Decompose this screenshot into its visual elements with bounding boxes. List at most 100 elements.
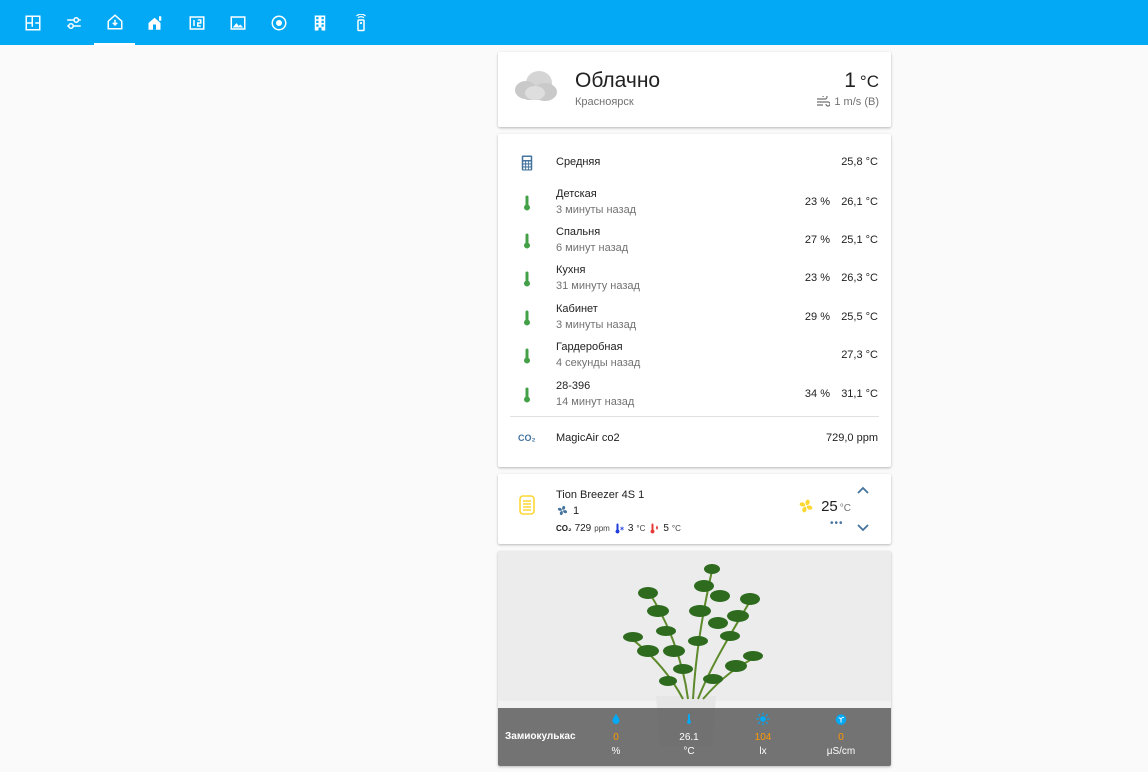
reading-value: 26.1 bbox=[679, 732, 699, 743]
temp-out-unit: °C bbox=[671, 524, 681, 533]
tab-home[interactable] bbox=[94, 0, 135, 45]
tab-remote[interactable] bbox=[340, 0, 381, 45]
sensor-updated: 3 минуты назад bbox=[556, 204, 637, 216]
sensor-value: 25,8 °C bbox=[841, 156, 878, 168]
chevron-down-icon[interactable] bbox=[856, 522, 870, 534]
sensor-humidity: 27 % bbox=[804, 234, 830, 246]
wind-value: 1 m/s (В) bbox=[834, 96, 879, 108]
sensor-row-room[interactable]: 28-396 14 минут назад 34 % 31,1 °C bbox=[498, 378, 891, 412]
sensor-humidity: 23 % bbox=[804, 196, 830, 208]
robot-vacuum-icon bbox=[271, 15, 286, 30]
sensor-temperature: 27,3 °C bbox=[841, 349, 878, 361]
sensor-row-room[interactable]: Кабинет 3 минуты назад 29 % 25,5 °C bbox=[498, 301, 891, 335]
sensor-temperature: 25,1 °C bbox=[841, 234, 878, 246]
tab-floorplan[interactable] bbox=[12, 0, 53, 45]
temperature-unit: °C bbox=[859, 72, 879, 91]
office-building-icon bbox=[314, 15, 325, 30]
sensor-name: MagicAir co2 bbox=[556, 432, 620, 444]
reading-unit: lx bbox=[759, 746, 767, 757]
reading-unit: °C bbox=[683, 746, 695, 757]
sensor-name: Гардеробная bbox=[556, 341, 623, 353]
breezer-speed: 1 bbox=[556, 504, 579, 517]
fertilizer-icon bbox=[835, 714, 847, 725]
more-options-button[interactable]: ••• bbox=[830, 518, 844, 529]
thermometer-snow-icon bbox=[615, 523, 624, 534]
tune-icon bbox=[66, 16, 81, 29]
co2-icon: CO₂ bbox=[518, 433, 536, 443]
tab-house-import[interactable] bbox=[135, 0, 176, 45]
chevron-up-icon[interactable] bbox=[856, 484, 870, 496]
sensor-updated: 4 секунды назад bbox=[556, 357, 641, 369]
breezer-target: 25 °C bbox=[797, 497, 851, 515]
weather-temperature: 1 °C bbox=[844, 69, 879, 93]
plant-reading-temperature[interactable]: 26.1 °C bbox=[659, 712, 719, 757]
thermometer-icon bbox=[524, 195, 530, 211]
sensor-value: 729,0 ppm bbox=[826, 432, 878, 444]
sensor-temperature: 26,3 °C bbox=[841, 272, 878, 284]
plant-reading-conductivity[interactable]: 0 μS/cm bbox=[811, 712, 871, 757]
temp-in-value: 3 bbox=[627, 523, 634, 534]
home-import-icon bbox=[148, 15, 161, 30]
reading-unit: % bbox=[611, 746, 621, 757]
plant-name: Замиокулькас bbox=[505, 731, 576, 742]
tab-counters[interactable] bbox=[176, 0, 217, 45]
temp-out-value: 5 bbox=[663, 523, 669, 534]
breezer-card[interactable]: Tion Breezer 4S 1 1 CO₂ 729 ppm 3 °C 5 °… bbox=[498, 474, 891, 544]
thermometer-icon bbox=[524, 387, 530, 403]
sensor-row-average[interactable]: Средняя 25,8 °C bbox=[498, 146, 891, 180]
sensor-name: Кабинет bbox=[556, 303, 598, 315]
reading-value: 0 bbox=[838, 732, 844, 743]
sensor-humidity: 23 % bbox=[804, 272, 830, 284]
calculator-icon bbox=[521, 155, 533, 171]
weather-city: Красноярск bbox=[575, 96, 634, 108]
plant-reading-light[interactable]: 104 lx bbox=[733, 712, 793, 757]
speed-value: 1 bbox=[573, 504, 580, 517]
floorplan-icon bbox=[25, 15, 40, 30]
tab-vacuum[interactable] bbox=[258, 0, 299, 45]
fan-icon bbox=[799, 499, 813, 513]
target-unit: °C bbox=[839, 502, 851, 514]
sensor-name: Средняя bbox=[556, 156, 601, 168]
temperature-value: 1 bbox=[844, 69, 856, 92]
wind-icon bbox=[817, 96, 831, 107]
breezer-name: Tion Breezer 4S 1 bbox=[556, 489, 645, 501]
sensor-name: 28-396 bbox=[556, 380, 591, 392]
divider bbox=[510, 416, 879, 417]
reading-value: 104 bbox=[754, 732, 772, 743]
water-icon bbox=[612, 714, 620, 724]
sensor-row-co2[interactable]: CO₂ MagicAir co2 729,0 ppm bbox=[498, 422, 891, 456]
sensor-row-room[interactable]: Спальня 6 минут назад 27 % 25,1 °C bbox=[498, 224, 891, 258]
breezer-stats: CO₂ 729 ppm 3 °C 5 °C bbox=[556, 522, 681, 535]
thermometer-icon bbox=[687, 714, 691, 724]
sensor-updated: 31 минуту назад bbox=[556, 280, 640, 292]
sensor-row-room[interactable]: Кухня 31 минуту назад 23 % 26,3 °C bbox=[498, 262, 891, 296]
weather-card[interactable]: Облачно Красноярск 1 °C 1 m/s (В) bbox=[498, 52, 891, 127]
plant-reading-moisture[interactable]: 0 % bbox=[586, 712, 646, 757]
thermometer-icon bbox=[524, 310, 530, 326]
sensor-temperature: 26,1 °C bbox=[841, 196, 878, 208]
co2-unit: ppm bbox=[594, 524, 610, 533]
plant-card[interactable]: Замиокулькас 0 % 26.1 °C 104 lx 0 μS/cm bbox=[498, 551, 891, 766]
thermometer-icon bbox=[524, 271, 530, 287]
sensor-name: Детская bbox=[556, 188, 597, 200]
sensor-updated: 3 минуты назад bbox=[556, 319, 637, 331]
sensor-row-room[interactable]: Гардеробная 4 секунды назад 27,3 °C bbox=[498, 339, 891, 373]
sensor-name: Кухня bbox=[556, 264, 586, 276]
thermometer-icon bbox=[524, 348, 530, 364]
tab-controls[interactable] bbox=[53, 0, 94, 45]
cloudy-icon bbox=[515, 71, 557, 101]
co2-value: 729 bbox=[574, 523, 592, 534]
fan-icon bbox=[557, 505, 568, 516]
sensor-humidity: 34 % bbox=[804, 388, 830, 400]
tab-images[interactable] bbox=[217, 0, 258, 45]
remote-icon bbox=[355, 13, 366, 31]
sensor-updated: 6 минут назад bbox=[556, 242, 629, 254]
plant-sensor-bar: Замиокулькас 0 % 26.1 °C 104 lx 0 μS/cm bbox=[498, 708, 891, 766]
thermometer-hot-icon bbox=[650, 523, 659, 534]
co2-icon: CO₂ bbox=[556, 524, 572, 533]
sensor-name: Спальня bbox=[556, 226, 601, 238]
sensor-row-room[interactable]: Детская 3 минуты назад 23 % 26,1 °C bbox=[498, 186, 891, 220]
counter-icon bbox=[189, 15, 204, 30]
tab-building[interactable] bbox=[299, 0, 340, 45]
reading-unit: μS/cm bbox=[826, 746, 856, 757]
